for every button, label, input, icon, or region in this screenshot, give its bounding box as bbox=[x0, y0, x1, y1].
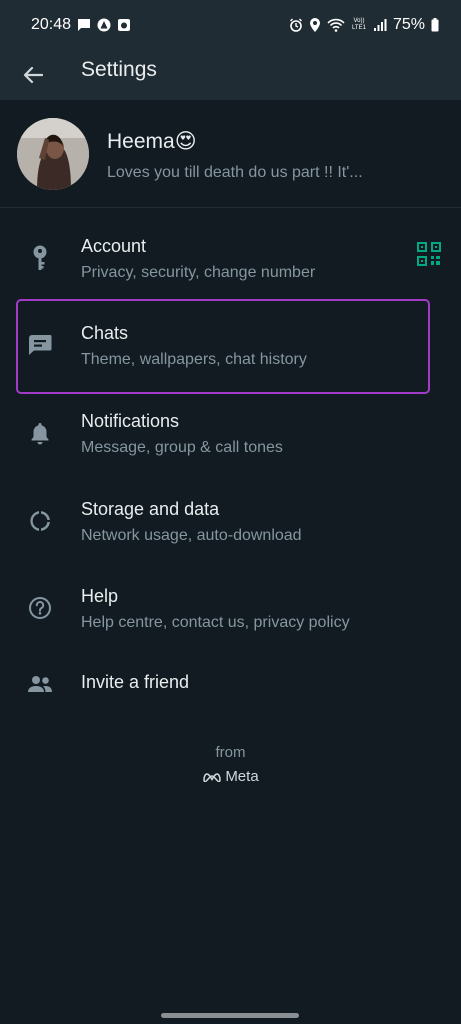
settings-item-title: Storage and data bbox=[81, 499, 220, 519]
status-time: 20:48 bbox=[31, 16, 72, 33]
people-icon bbox=[26, 670, 54, 698]
settings-item-subtitle: Network usage, auto-download bbox=[81, 527, 302, 544]
app-notification-icon bbox=[97, 18, 111, 32]
back-button[interactable] bbox=[18, 57, 48, 93]
meta-brand: Meta bbox=[0, 768, 461, 785]
profile-name: Heema😍 bbox=[107, 130, 197, 153]
battery-percent: 75% bbox=[392, 16, 425, 33]
settings-item-invite[interactable]: Invite a friend bbox=[0, 650, 461, 714]
settings-item-title: Account bbox=[81, 236, 147, 256]
home-indicator[interactable] bbox=[161, 1013, 299, 1018]
settings-item-notifications[interactable]: Notifications Message, group & call tone… bbox=[0, 389, 461, 475]
help-icon bbox=[26, 594, 54, 622]
status-left: 20:48 bbox=[31, 16, 131, 34]
settings-item-chats[interactable]: Chats Theme, wallpapers, chat history bbox=[0, 301, 461, 387]
settings-item-title: Invite a friend bbox=[81, 672, 190, 692]
status-right: Vo)) LTE1 75% bbox=[289, 16, 439, 34]
app-bar: Settings bbox=[0, 50, 461, 100]
settings-item-title: Notifications bbox=[81, 411, 180, 431]
signal-icon bbox=[373, 18, 387, 32]
settings-item-account[interactable]: Account Privacy, security, change number bbox=[0, 214, 461, 300]
status-bar: 20:48 Vo)) LTE1 75% bbox=[0, 0, 461, 50]
profile-about: Loves you till death do us part !! It'..… bbox=[107, 164, 363, 181]
settings-item-subtitle: Privacy, security, change number bbox=[81, 264, 316, 281]
message-notification-icon bbox=[77, 18, 91, 32]
storage-icon bbox=[26, 507, 54, 535]
page-title: Settings bbox=[81, 58, 157, 81]
settings-item-subtitle: Help centre, contact us, privacy policy bbox=[81, 614, 350, 631]
meta-logo-icon bbox=[203, 772, 222, 782]
settings-item-help[interactable]: Help Help centre, contact us, privacy po… bbox=[0, 564, 461, 650]
meta-label: Meta bbox=[225, 768, 259, 785]
settings-item-title: Help bbox=[81, 586, 119, 606]
arrow-left-icon bbox=[23, 66, 43, 84]
alarm-icon bbox=[289, 18, 303, 32]
settings-item-storage[interactable]: Storage and data Network usage, auto-dow… bbox=[0, 477, 461, 563]
from-label: from bbox=[215, 744, 246, 761]
avatar[interactable] bbox=[17, 118, 89, 190]
settings-item-subtitle: Message, group & call tones bbox=[81, 439, 283, 456]
battery-icon bbox=[431, 18, 439, 32]
avatar-photo bbox=[17, 118, 89, 190]
lte-label: Vo)) LTE1 bbox=[352, 18, 366, 31]
wifi-icon bbox=[327, 18, 345, 32]
location-icon bbox=[309, 18, 321, 32]
key-icon bbox=[26, 244, 54, 272]
camera-notification-icon bbox=[117, 18, 131, 32]
settings-item-title: Chats bbox=[81, 323, 129, 343]
profile-section[interactable] bbox=[0, 100, 461, 266]
settings-item-subtitle: Theme, wallpapers, chat history bbox=[81, 351, 307, 368]
chat-icon bbox=[26, 331, 54, 359]
bell-icon bbox=[26, 419, 54, 447]
